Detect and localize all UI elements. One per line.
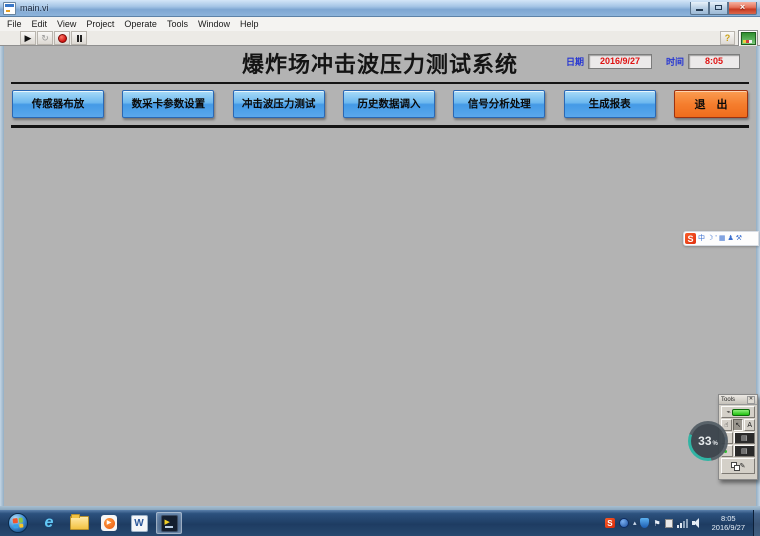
color-squares-icon [731,462,740,471]
media-player-icon: ▶ [101,515,117,531]
maximize-button[interactable] [709,2,728,15]
close-icon: × [740,3,745,12]
date-label: 日期 [566,55,584,68]
shockwave-pressure-test-button[interactable]: 冲击波压力测试 [233,90,325,118]
menu-tools[interactable]: Tools [162,19,193,29]
abort-icon [58,34,67,43]
ime-skin-icon[interactable]: ♟ [727,233,733,244]
start-button[interactable] [8,513,28,533]
ime-chinese-mode-icon[interactable]: 中 [698,233,705,244]
taskbar-file-explorer[interactable] [66,512,92,534]
folder-icon [70,516,89,530]
clock-time: 8:05 [712,514,745,523]
tray-shield-icon[interactable] [640,518,649,528]
separator-line-bottom [11,125,749,128]
taskbar-clock[interactable]: 8:05 2016/9/27 [712,514,745,532]
probe-tool-button[interactable]: ▤ [734,445,755,457]
wand-icon: ⌁ [726,408,730,416]
clock-date: 2016/9/27 [712,523,745,532]
history-data-load-button[interactable]: 历史数据调入 [343,90,435,118]
datetime-row: 日期 2016/9/27 时间 8:05 [566,54,740,69]
main-button-row: 传感器布放 数采卡参数设置 冲击波压力测试 历史数据调入 信号分析处理 生成报表… [12,89,748,118]
badge-unit: % [713,441,718,447]
ime-tools: 中 ☽ ’ ▦ ♟ ⚒ [698,233,742,244]
menu-file[interactable]: File [2,19,27,29]
time-label: 时间 [666,55,684,68]
maximize-icon [715,5,722,10]
tray-volume-icon[interactable] [692,518,702,528]
run-icon: ▶ [25,33,32,43]
position-select-tool-button[interactable]: ↖ [733,419,744,431]
taskbar: e ▶ W S ▴ ⚑ 8:05 2016/9/27 [0,510,760,536]
taskbar-word[interactable]: W [126,512,152,534]
ime-toolbar[interactable]: S 中 ☽ ’ ▦ ♟ ⚒ [683,231,759,246]
ime-punctuation-icon[interactable]: ’ [715,233,717,244]
pause-button[interactable] [71,31,87,45]
vi-toolbar: ▶ ↻ ? [0,31,760,46]
menu-project[interactable]: Project [81,19,119,29]
context-help-button[interactable]: ? [720,31,735,45]
tray-notes-icon[interactable] [665,519,673,528]
word-icon: W [131,515,148,532]
show-desktop-button[interactable] [753,510,760,536]
brush-icon: ✎ [740,462,746,470]
ime-soft-keyboard-icon[interactable]: ▦ [719,233,726,244]
taskbar-labview-active[interactable] [156,512,182,534]
edit-text-tool-button[interactable]: A [744,419,755,431]
pause-icon [77,35,82,42]
labview-icon [161,515,178,532]
window-title: main.vi [20,3,49,13]
object-menu-tool-button[interactable]: ▤ [734,432,755,444]
set-color-tool-button[interactable]: ✎ [721,458,755,474]
window-titlebar[interactable]: main.vi × [0,0,760,17]
tray-antivirus-icon[interactable] [619,518,629,528]
close-button[interactable]: × [728,2,757,15]
progress-overlay-badge[interactable]: 33 % [688,421,728,461]
tools-palette-titlebar[interactable]: Tools ✕ [719,395,757,405]
minimize-button[interactable] [690,2,709,15]
minimize-icon [696,9,703,11]
tray-sogou-icon[interactable]: S [605,518,615,528]
taskbar-media-player[interactable]: ▶ [96,512,122,534]
tray-action-center-flag-icon[interactable]: ⚑ [653,519,660,528]
run-continuous-icon: ↻ [41,33,49,43]
menu-view[interactable]: View [52,19,81,29]
sogou-logo-icon[interactable]: S [685,233,696,244]
menu-window[interactable]: Window [193,19,235,29]
ime-fullwidth-icon[interactable]: ☽ [707,233,713,244]
separator-line-top [11,82,749,84]
tools-palette-close-icon[interactable]: ✕ [747,396,755,404]
vi-icon [741,32,756,45]
run-button[interactable]: ▶ [20,31,36,45]
tools-palette-title: Tools [721,397,735,403]
tray-network-icon[interactable] [677,518,688,528]
time-indicator: 8:05 [688,54,740,69]
internet-explorer-icon: e [45,514,54,532]
system-tray: S ▴ ⚑ 8:05 2016/9/27 [605,510,760,536]
abort-button[interactable] [54,31,70,45]
date-indicator: 2016/9/27 [588,54,652,69]
menu-operate[interactable]: Operate [119,19,162,29]
vi-icon-button[interactable] [738,30,758,47]
front-panel: 爆炸场冲击波压力测试系统 日期 2016/9/27 时间 8:05 传感器布放 … [4,46,756,506]
menu-edit[interactable]: Edit [27,19,53,29]
tray-hidden-icons-arrow[interactable]: ▴ [633,519,637,527]
auto-tool-select-button[interactable]: ⌁ [721,406,755,418]
badge-value: 33 [698,434,711,448]
run-continuous-button[interactable]: ↻ [37,31,53,45]
signal-analysis-button[interactable]: 信号分析处理 [453,90,545,118]
labview-vi-icon [3,2,16,15]
menu-bar: File Edit View Project Operate Tools Win… [0,17,760,32]
taskbar-internet-explorer[interactable]: e [36,512,62,534]
auto-tool-led [732,409,750,416]
exit-button[interactable]: 退 出 [674,90,748,118]
menu-help[interactable]: Help [235,19,264,29]
sensor-deploy-button[interactable]: 传感器布放 [12,90,104,118]
daq-card-settings-button[interactable]: 数采卡参数设置 [122,90,214,118]
generate-report-button[interactable]: 生成报表 [564,90,656,118]
ime-toolbox-icon[interactable]: ⚒ [736,233,742,244]
windows-flag-icon [13,518,24,529]
